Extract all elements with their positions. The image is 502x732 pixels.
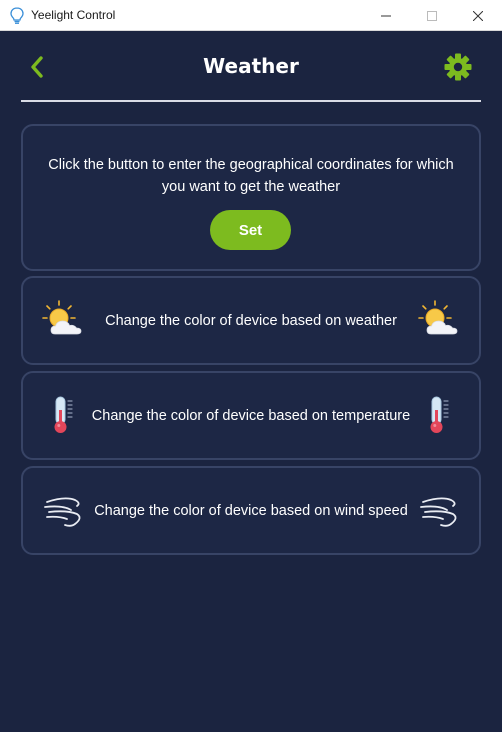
option-weather-label: Change the color of device based on weat… (105, 312, 397, 329)
option-wind-speed[interactable]: Change the color of device based on wind… (21, 466, 481, 555)
thermometer-icon (417, 393, 461, 437)
header-divider (21, 100, 481, 102)
lightbulb-icon (10, 7, 24, 24)
wind-icon (417, 488, 461, 532)
sun-cloud-icon (417, 298, 461, 342)
coordinates-card: Click the button to enter the geographic… (21, 124, 481, 271)
minimize-icon (381, 15, 391, 16)
option-temperature[interactable]: Change the color of device based on temp… (21, 371, 481, 460)
window-titlebar: Yeelight Control (0, 0, 502, 31)
minimize-button[interactable] (363, 0, 409, 31)
set-coordinates-button[interactable]: Set (210, 210, 291, 250)
option-weather[interactable]: Change the color of device based on weat… (21, 276, 481, 365)
close-icon (473, 10, 483, 21)
maximize-button[interactable] (409, 0, 455, 31)
gear-icon (444, 53, 472, 81)
option-wind-speed-label: Change the color of device based on wind… (94, 502, 408, 519)
settings-button[interactable] (443, 52, 473, 82)
option-temperature-label: Change the color of device based on temp… (91, 407, 411, 424)
window-title: Yeelight Control (31, 8, 116, 22)
weather-page: Weather Click the button to enter the ge… (0, 31, 502, 732)
coordinates-instructions: Click the button to enter the geographic… (48, 157, 454, 195)
close-button[interactable] (455, 0, 501, 31)
maximize-icon (427, 10, 437, 21)
page-title: Weather (203, 54, 299, 78)
